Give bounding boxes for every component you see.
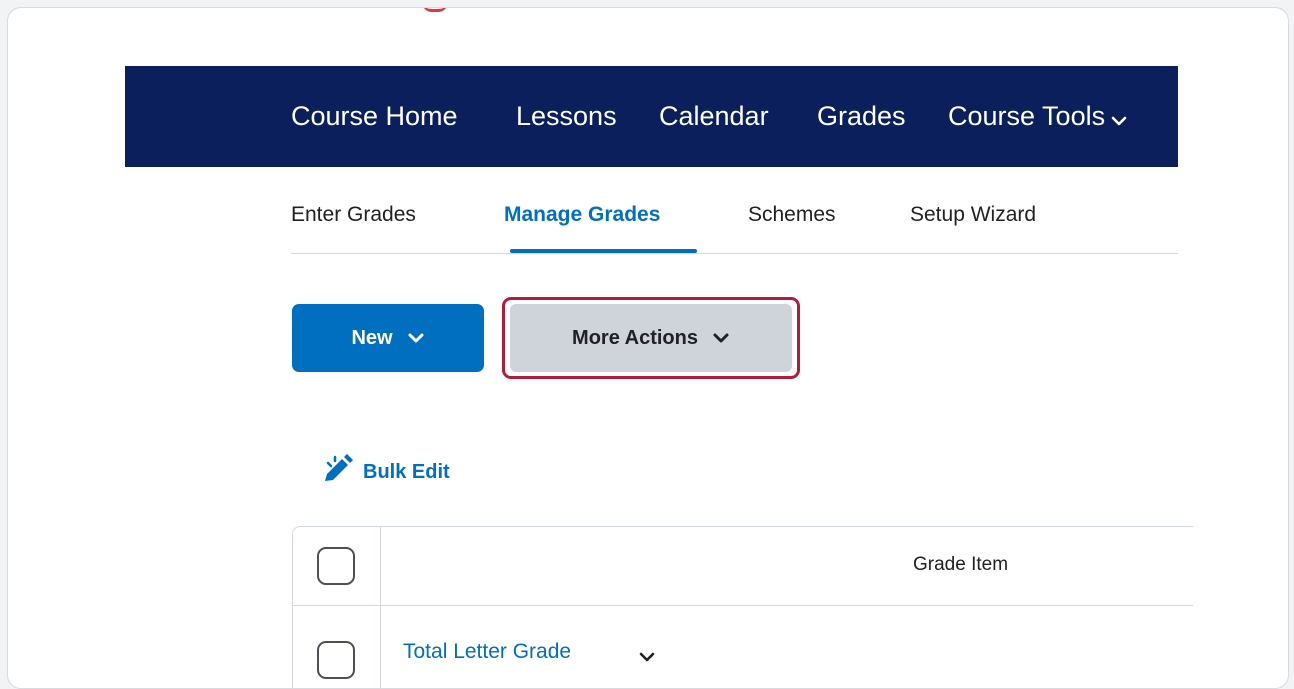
pencil-icon: [322, 454, 363, 490]
tab-manage-grades[interactable]: Manage Grades: [504, 201, 660, 229]
nav-calendar[interactable]: Calendar: [659, 99, 769, 133]
bulk-edit-label: Bulk Edit: [363, 460, 450, 483]
table-header: Grade Item: [293, 527, 1193, 606]
nav-grades[interactable]: Grades: [817, 99, 906, 133]
grade-item-link[interactable]: Total Letter Grade: [403, 640, 571, 664]
new-button-label: New: [351, 326, 393, 349]
column-header-grade-item: Grade Item: [913, 554, 1009, 575]
bulk-edit-button[interactable]: Bulk Edit: [322, 454, 450, 490]
nav-course-tools[interactable]: Course Tools: [948, 99, 1127, 135]
nav-course-tools-label: Course Tools: [948, 101, 1106, 131]
chevron-down-icon: [407, 327, 425, 350]
row-checkbox[interactable]: [317, 641, 355, 679]
more-actions-label: More Actions: [572, 326, 698, 349]
nav-lessons[interactable]: Lessons: [516, 99, 617, 133]
chevron-down-icon: [712, 327, 730, 350]
course-navbar: Course Home Lessons Calendar Grades Cour…: [125, 66, 1178, 167]
chevron-down-icon: [1111, 101, 1127, 135]
tab-setup-wizard[interactable]: Setup Wizard: [910, 201, 1036, 229]
grades-subtabs: Enter Grades Manage Grades Schemes Setup…: [291, 195, 1178, 254]
active-tab-indicator: [510, 249, 697, 253]
tab-schemes[interactable]: Schemes: [748, 201, 836, 229]
new-button[interactable]: New: [292, 304, 484, 372]
select-all-checkbox[interactable]: [317, 547, 355, 585]
tab-enter-grades[interactable]: Enter Grades: [291, 201, 416, 229]
grade-items-table: Grade Item Total Letter Grade: [292, 526, 1193, 688]
logo-fragment: [422, 8, 448, 12]
screenshot-frame: Course Home Lessons Calendar Grades Cour…: [7, 7, 1289, 689]
column-divider: [380, 527, 381, 688]
nav-course-home[interactable]: Course Home: [291, 99, 458, 133]
chevron-down-icon[interactable]: [638, 650, 656, 668]
more-actions-button[interactable]: More Actions: [510, 304, 792, 372]
